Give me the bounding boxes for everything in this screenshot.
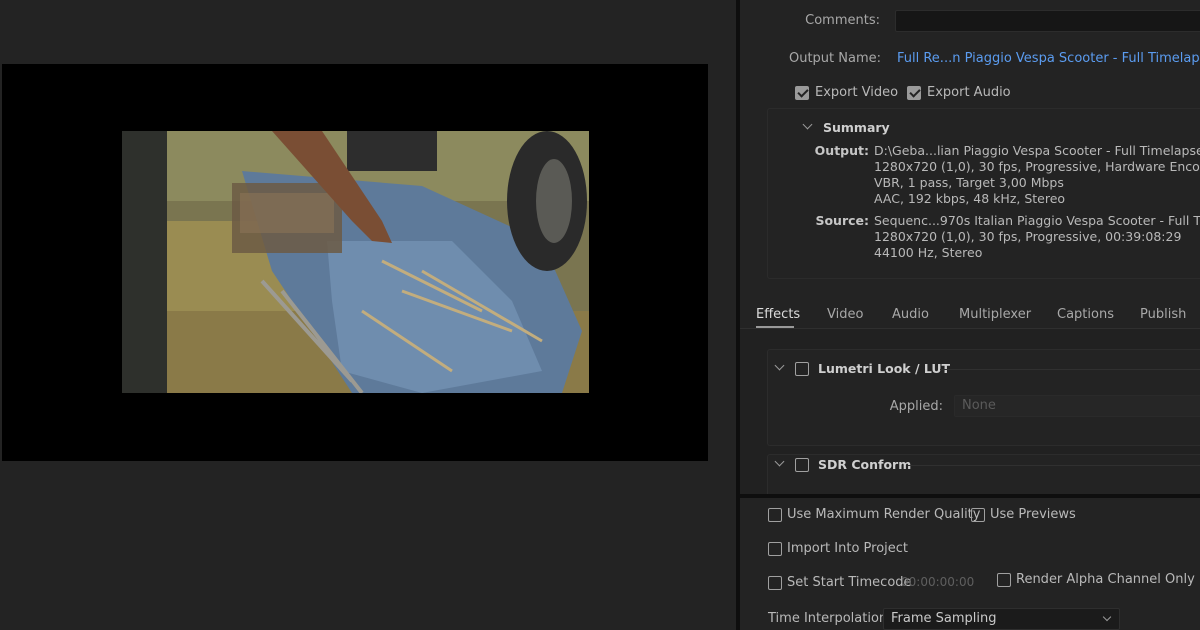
- use-previews-label[interactable]: Use Previews: [990, 507, 1076, 522]
- tab-multiplexer[interactable]: Multiplexer: [959, 307, 1031, 322]
- applied-select[interactable]: None: [954, 395, 1200, 417]
- start-timecode-value[interactable]: 00:00:00:00: [901, 575, 974, 589]
- use-previews-checkbox-icon[interactable]: [971, 508, 985, 522]
- import-into-project-checkbox-icon[interactable]: [768, 542, 782, 556]
- preview-panel: [0, 0, 736, 630]
- lumetri-title[interactable]: Lumetri Look / LUT: [818, 361, 950, 376]
- time-interpolation-value: Frame Sampling: [891, 611, 997, 626]
- comments-label: Comments:: [805, 13, 880, 28]
- tab-video[interactable]: Video: [827, 307, 863, 322]
- sdr-conform-title[interactable]: SDR Conform: [818, 457, 911, 472]
- export-settings-panel: Comments: Output Name: Full Re...n Piagg…: [740, 0, 1200, 630]
- time-interpolation-label: Time Interpolation:: [768, 611, 892, 626]
- summary-output-line: D:\Geba...lian Piaggio Vespa Scooter - F…: [874, 143, 1200, 158]
- summary-output-line: VBR, 1 pass, Target 3,00 Mbps: [874, 175, 1064, 190]
- render-alpha-label[interactable]: Render Alpha Channel Only: [1016, 572, 1195, 587]
- summary-source-key: Source:: [815, 213, 869, 228]
- export-audio-label[interactable]: Export Audio: [927, 85, 1011, 100]
- tab-publish[interactable]: Publish: [1140, 307, 1186, 322]
- lumetri-checkbox-icon[interactable]: [795, 362, 809, 376]
- import-into-project-label[interactable]: Import Into Project: [787, 541, 908, 556]
- set-start-timecode-label[interactable]: Set Start Timecode: [787, 575, 912, 590]
- tab-effects[interactable]: Effects: [756, 307, 800, 322]
- summary-output-lines: D:\Geba...lian Piaggio Vespa Scooter - F…: [874, 143, 1200, 207]
- video-preview-image: [122, 131, 589, 393]
- comments-input[interactable]: [895, 10, 1200, 32]
- export-audio-checkbox-icon[interactable]: [907, 86, 921, 100]
- summary-heading[interactable]: Summary: [823, 120, 890, 135]
- chevron-down-icon: [1102, 612, 1112, 622]
- summary-source-line: 1280x720 (1,0), 30 fps, Progressive, 00:…: [874, 229, 1182, 244]
- time-interpolation-select[interactable]: Frame Sampling: [883, 608, 1120, 630]
- summary-source-line: 44100 Hz, Stereo: [874, 245, 983, 260]
- export-video-checkbox-icon[interactable]: [795, 86, 809, 100]
- sdr-header-rule: [908, 465, 1200, 466]
- render-options: Use Maximum Render Quality Use Previews …: [740, 498, 1200, 630]
- video-preview-frame[interactable]: [2, 64, 708, 461]
- summary-source-lines: Sequenc...970s Italian Piaggio Vespa Sco…: [874, 213, 1200, 261]
- output-name-label: Output Name:: [788, 51, 881, 66]
- summary-output-line: AAC, 192 kbps, 48 kHz, Stereo: [874, 191, 1066, 206]
- sdr-conform-checkbox-icon[interactable]: [795, 458, 809, 472]
- max-render-quality-label[interactable]: Use Maximum Render Quality: [787, 507, 980, 522]
- tab-captions[interactable]: Captions: [1057, 307, 1114, 322]
- summary-output-line: 1280x720 (1,0), 30 fps, Progressive, Har…: [874, 159, 1200, 174]
- lumetri-header-rule: [940, 369, 1200, 370]
- applied-label: Applied:: [889, 399, 943, 414]
- output-name-link[interactable]: Full Re...n Piaggio Vespa Scooter - Full…: [897, 51, 1200, 66]
- set-start-timecode-checkbox-icon[interactable]: [768, 576, 782, 590]
- export-video-label[interactable]: Export Video: [815, 85, 898, 100]
- applied-value: None: [962, 398, 996, 413]
- effects-tab-content: Lumetri Look / LUT Applied: None SDR Con…: [740, 329, 1200, 499]
- max-render-quality-checkbox-icon[interactable]: [768, 508, 782, 522]
- summary-output-key: Output:: [814, 143, 869, 158]
- render-alpha-checkbox-icon[interactable]: [997, 573, 1011, 587]
- tab-audio[interactable]: Audio: [892, 307, 929, 322]
- summary-source-line: Sequenc...970s Italian Piaggio Vespa Sco…: [874, 213, 1200, 228]
